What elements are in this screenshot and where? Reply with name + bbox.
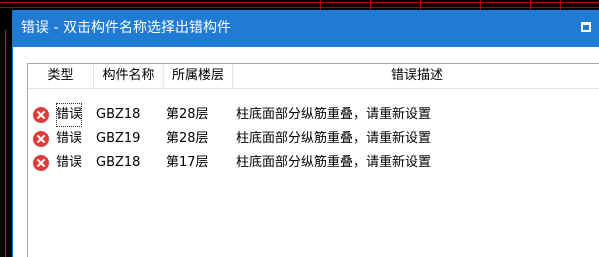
cell-floor: 第28层 — [166, 131, 209, 146]
cad-line — [5, 30, 6, 257]
cell-floor: 第28层 — [166, 107, 209, 122]
dialog-content: 类型 构件名称 所属楼层 错误描述 错误 GBZ18 第28层 柱底面部分纵筋重… — [13, 47, 599, 257]
table-row[interactable]: 错误 GBZ18 第28层 柱底面部分纵筋重叠，请重新设置 — [28, 103, 599, 127]
column-header-description[interactable]: 错误描述 — [233, 64, 599, 88]
error-dialog: 错误 - 双击构件名称选择出错构件 类型 构件名称 所属楼层 错误描述 错误 G… — [12, 10, 599, 257]
cell-name[interactable]: GBZ18 — [96, 103, 140, 127]
cell-name[interactable]: GBZ19 — [96, 127, 140, 151]
error-icon — [33, 131, 49, 147]
error-list[interactable]: 类型 构件名称 所属楼层 错误描述 错误 GBZ18 第28层 柱底面部分纵筋重… — [27, 63, 599, 257]
cell-name[interactable]: GBZ18 — [96, 151, 140, 175]
cad-line — [0, 2, 599, 3]
cell-floor: 第17层 — [166, 155, 209, 170]
cell-description: 柱底面部分纵筋重叠，请重新设置 — [236, 131, 432, 146]
table-row[interactable]: 错误 GBZ19 第28层 柱底面部分纵筋重叠，请重新设置 — [28, 127, 599, 151]
column-header-name[interactable]: 构件名称 — [94, 64, 164, 88]
cell-type: 错误 — [56, 103, 83, 127]
column-header-type[interactable]: 类型 — [28, 64, 94, 88]
table-row[interactable]: 错误 GBZ18 第17层 柱底面部分纵筋重叠，请重新设置 — [28, 151, 599, 175]
dialog-title: 错误 - 双击构件名称选择出错构件 — [21, 20, 231, 36]
error-icon — [33, 107, 49, 123]
cell-type: 错误 — [56, 155, 83, 170]
list-header: 类型 构件名称 所属楼层 错误描述 — [28, 64, 599, 89]
dialog-titlebar[interactable]: 错误 - 双击构件名称选择出错构件 — [13, 10, 599, 47]
cad-line — [0, 7, 599, 8]
cell-type: 错误 — [56, 131, 83, 146]
column-header-floor[interactable]: 所属楼层 — [164, 64, 233, 88]
cell-description: 柱底面部分纵筋重叠，请重新设置 — [236, 155, 432, 170]
cell-description: 柱底面部分纵筋重叠，请重新设置 — [236, 107, 432, 122]
error-icon — [33, 155, 49, 171]
maximize-icon[interactable] — [581, 22, 591, 32]
